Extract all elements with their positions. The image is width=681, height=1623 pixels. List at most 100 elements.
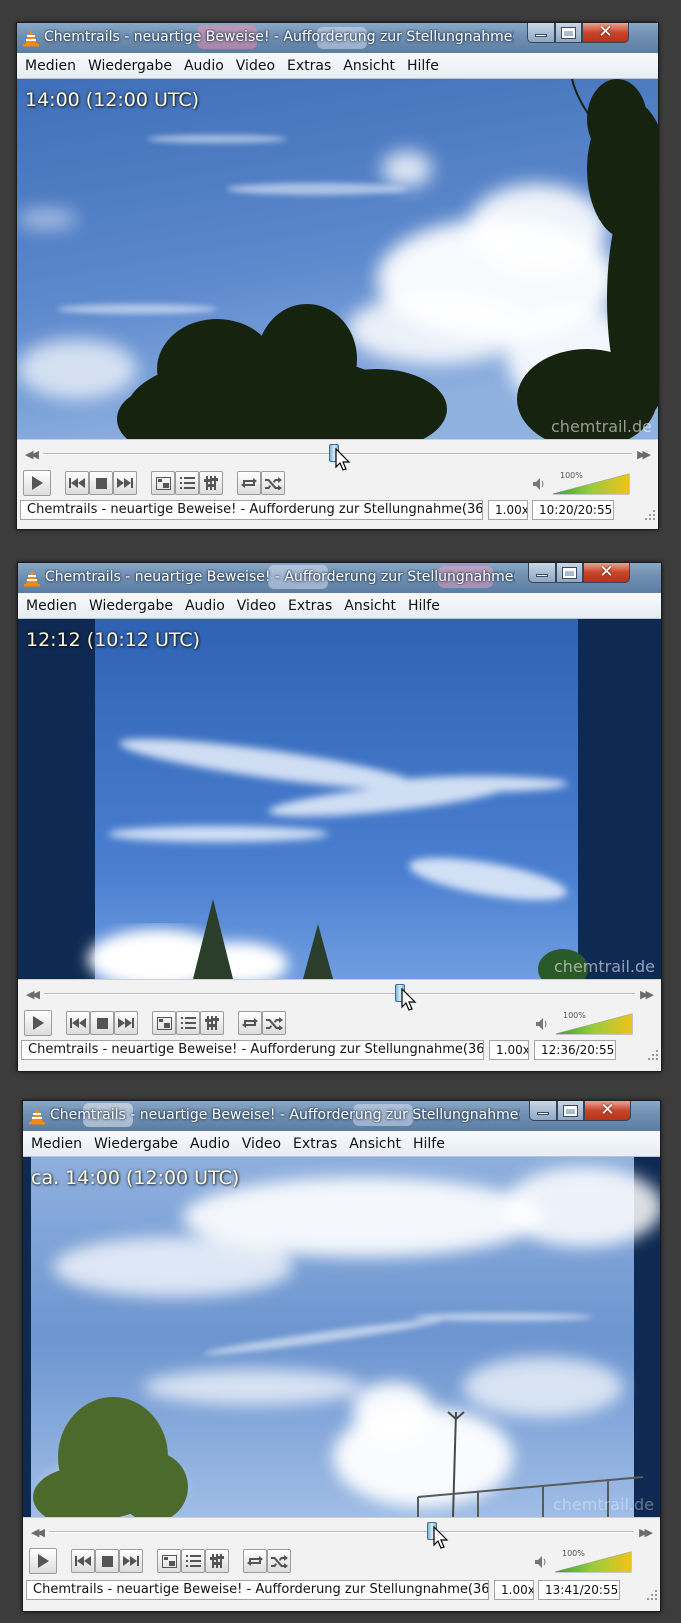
menu-ansicht[interactable]: Ansicht — [343, 1136, 407, 1152]
menu-audio[interactable]: Audio — [179, 598, 231, 614]
volume-slider[interactable] — [554, 1551, 632, 1573]
menu-extras[interactable]: Extras — [287, 1136, 343, 1152]
previous-button[interactable] — [65, 471, 89, 495]
play-button[interactable] — [29, 1548, 57, 1574]
minimize-button[interactable] — [527, 23, 555, 43]
fullscreen-button[interactable] — [152, 1011, 176, 1035]
maximize-icon — [562, 566, 577, 579]
time-display[interactable]: 10:20/20:55 — [532, 500, 614, 520]
menu-extras[interactable]: Extras — [281, 58, 337, 74]
video-area[interactable]: ca. 14:00 (12:00 UTC) chemtrail.de — [23, 1157, 660, 1517]
menu-wiedergabe[interactable]: Wiedergabe — [88, 1136, 184, 1152]
menu-ansicht[interactable]: Ansicht — [338, 598, 402, 614]
fullscreen-button[interactable] — [157, 1549, 181, 1573]
maximize-icon — [561, 26, 576, 39]
speaker-icon[interactable] — [535, 1017, 549, 1031]
minimize-icon — [537, 1112, 549, 1115]
stop-button[interactable] — [89, 471, 113, 495]
stop-button[interactable] — [95, 1549, 119, 1573]
seek-track[interactable] — [44, 993, 635, 995]
close-button[interactable]: ✕ — [584, 1101, 631, 1121]
loop-button[interactable] — [237, 471, 261, 495]
playlist-button[interactable] — [175, 471, 199, 495]
stop-button[interactable] — [90, 1011, 114, 1035]
seek-forward-icon[interactable]: ▶▶ — [640, 988, 654, 1001]
seek-back-icon[interactable]: ◀◀ — [26, 988, 40, 1001]
video-area[interactable]: 12:12 (10:12 UTC) chemtrail.de — [18, 619, 661, 979]
menu-wiedergabe[interactable]: Wiedergabe — [83, 598, 179, 614]
minimize-button[interactable] — [528, 563, 556, 583]
seek-bar[interactable]: ◀◀ ▶▶ — [17, 440, 658, 471]
seek-back-icon[interactable]: ◀◀ — [31, 1526, 45, 1539]
close-button[interactable]: ✕ — [583, 563, 630, 583]
maximize-button[interactable] — [557, 1101, 584, 1121]
menu-video[interactable]: Video — [236, 1136, 287, 1152]
title-bar[interactable]: Chemtrails - neuartige Beweise! - Auffor… — [18, 563, 661, 593]
playback-rate[interactable]: 1.00x — [494, 1580, 534, 1600]
resize-grip-icon[interactable] — [647, 1590, 657, 1600]
menu-audio[interactable]: Audio — [184, 1136, 236, 1152]
menu-bar: Medien Wiedergabe Audio Video Extras Ans… — [23, 1131, 660, 1157]
seek-track[interactable] — [49, 1531, 634, 1533]
title-bar[interactable]: Chemtrails - neuartige Beweise! - Auffor… — [23, 1101, 660, 1131]
seek-back-icon[interactable]: ◀◀ — [25, 448, 39, 461]
title-bar[interactable]: Chemtrails - neuartige Beweise! - Auffor… — [17, 23, 658, 53]
menu-medien[interactable]: Medien — [25, 1136, 88, 1152]
menu-audio[interactable]: Audio — [178, 58, 230, 74]
playlist-icon — [180, 1017, 196, 1029]
loop-button[interactable] — [238, 1011, 262, 1035]
extended-settings-button[interactable] — [199, 471, 223, 495]
menu-medien[interactable]: Medien — [19, 58, 82, 74]
menu-video[interactable]: Video — [231, 598, 282, 614]
menu-extras[interactable]: Extras — [282, 598, 338, 614]
seek-forward-icon[interactable]: ▶▶ — [639, 1526, 653, 1539]
previous-icon — [75, 1556, 91, 1566]
extended-settings-button[interactable] — [200, 1011, 224, 1035]
playback-rate[interactable]: 1.00x — [489, 1040, 529, 1060]
speaker-icon[interactable] — [534, 1555, 548, 1569]
time-display[interactable]: 13:41/20:55 — [538, 1580, 620, 1600]
volume-slider[interactable] — [555, 1013, 633, 1035]
loop-button[interactable] — [243, 1549, 267, 1573]
menu-hilfe[interactable]: Hilfe — [407, 1136, 451, 1152]
menu-hilfe[interactable]: Hilfe — [402, 598, 446, 614]
next-button[interactable] — [113, 471, 137, 495]
volume-slider[interactable] — [552, 473, 630, 495]
previous-button[interactable] — [66, 1011, 90, 1035]
menu-ansicht[interactable]: Ansicht — [337, 58, 401, 74]
button-row: 100% — [23, 1546, 660, 1578]
time-display[interactable]: 12:36/20:55 — [534, 1040, 616, 1060]
menu-wiedergabe[interactable]: Wiedergabe — [82, 58, 178, 74]
speaker-icon[interactable] — [532, 477, 546, 491]
menu-hilfe[interactable]: Hilfe — [401, 58, 445, 74]
overlay-timestamp: 12:12 (10:12 UTC) — [26, 629, 201, 651]
close-icon: ✕ — [600, 1100, 615, 1120]
maximize-button[interactable] — [555, 23, 582, 43]
fullscreen-button[interactable] — [151, 471, 175, 495]
video-area[interactable]: 14:00 (12:00 UTC) chemtrail.de — [17, 79, 658, 439]
shuffle-button[interactable] — [261, 471, 285, 495]
shuffle-button[interactable] — [267, 1549, 291, 1573]
resize-grip-icon[interactable] — [645, 510, 655, 520]
playlist-button[interactable] — [181, 1549, 205, 1573]
menu-medien[interactable]: Medien — [20, 598, 83, 614]
extended-settings-button[interactable] — [205, 1549, 229, 1573]
seek-bar[interactable]: ◀◀ ▶▶ — [18, 980, 661, 1011]
minimize-button[interactable] — [529, 1101, 557, 1121]
next-button[interactable] — [119, 1549, 143, 1573]
play-icon — [38, 1554, 49, 1568]
resize-grip-icon[interactable] — [648, 1050, 658, 1060]
shuffle-button[interactable] — [262, 1011, 286, 1035]
seek-bar[interactable]: ◀◀ ▶▶ — [23, 1518, 660, 1549]
playlist-button[interactable] — [176, 1011, 200, 1035]
close-button[interactable]: ✕ — [582, 23, 629, 43]
previous-button[interactable] — [71, 1549, 95, 1573]
next-button[interactable] — [114, 1011, 138, 1035]
seek-forward-icon[interactable]: ▶▶ — [637, 448, 651, 461]
playback-rate[interactable]: 1.00x — [488, 500, 528, 520]
play-button[interactable] — [23, 470, 51, 496]
menu-video[interactable]: Video — [230, 58, 281, 74]
maximize-button[interactable] — [556, 563, 583, 583]
play-button[interactable] — [24, 1010, 52, 1036]
playlist-icon — [179, 477, 195, 489]
